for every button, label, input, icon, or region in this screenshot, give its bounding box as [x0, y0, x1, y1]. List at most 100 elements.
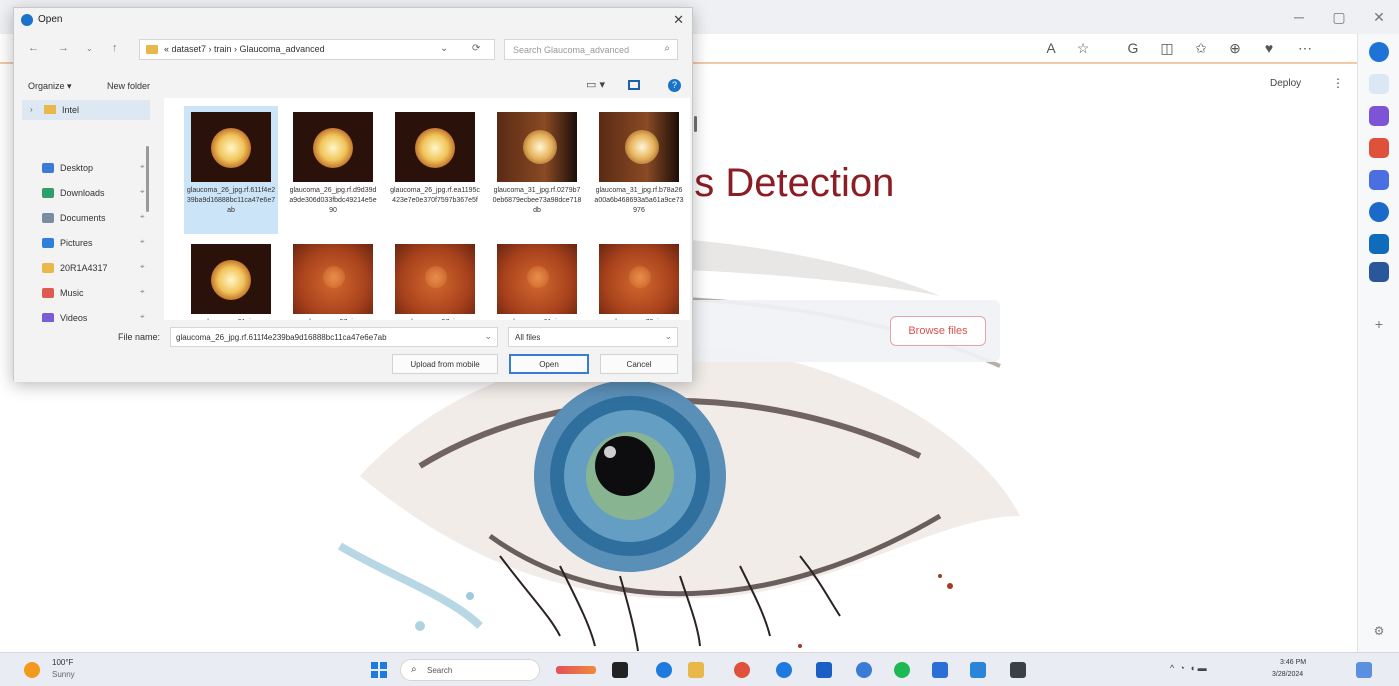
file-explorer-icon[interactable] — [688, 662, 704, 678]
pin-icon: ⌖ — [140, 287, 145, 296]
folder-icon — [42, 163, 54, 173]
dialog-footer: File name: glaucoma_26_jpg.rf.611f4e239b… — [14, 322, 692, 382]
quick-access-item[interactable]: Downloads ⌖ — [40, 185, 152, 201]
breadcrumb[interactable]: « dataset7 › train › Glaucoma_advanced — [164, 44, 325, 54]
file-tile[interactable]: glaucoma_31_jpg.rf.b78a26a00a6b468693a5a… — [592, 106, 686, 234]
minimize-button[interactable]: ─ — [1279, 0, 1319, 34]
dialog-close-icon[interactable]: ✕ — [673, 12, 684, 28]
new-folder-button[interactable]: New folder — [107, 81, 150, 91]
address-dropdown-icon[interactable]: ⌄ — [440, 43, 448, 54]
store-icon[interactable] — [816, 662, 832, 678]
quick-access-item[interactable]: Desktop ⌖ — [40, 160, 152, 176]
ide-icon[interactable] — [932, 662, 948, 678]
copilot-taskbar-icon[interactable] — [656, 662, 672, 678]
edge-icon[interactable] — [776, 662, 792, 678]
tools-icon[interactable] — [1369, 138, 1389, 158]
help-icon[interactable]: ? — [668, 79, 681, 92]
browse-files-button[interactable]: Browse files — [890, 316, 986, 346]
weather-sun-icon[interactable] — [24, 662, 40, 678]
tree-item-label: Intel — [62, 105, 80, 115]
start-button[interactable] — [371, 662, 387, 678]
vscode-icon[interactable] — [970, 662, 986, 678]
file-list-scrollbar[interactable] — [694, 116, 697, 132]
quick-access-item[interactable]: Documents ⌖ — [40, 210, 152, 226]
favorite-star-icon[interactable]: ☆ — [1072, 39, 1094, 57]
browser-essentials-icon[interactable]: ♥ — [1258, 39, 1280, 57]
quick-access-item[interactable]: Music ⌖ — [40, 285, 152, 301]
copilot-icon[interactable] — [1369, 42, 1389, 62]
cancel-button[interactable]: Cancel — [600, 354, 678, 374]
chrome-icon[interactable] — [734, 662, 750, 678]
quick-access-item[interactable]: 20R1A4317 ⌖ — [40, 260, 152, 276]
file-tile[interactable]: glaucoma_26_jpg.rf.611f4e239ba9d16888bc1… — [184, 106, 278, 234]
settings-gear-icon[interactable]: ⚙ — [1369, 624, 1389, 644]
back-arrow-icon[interactable]: ← — [28, 42, 39, 54]
taskbar-search[interactable]: ⌕ Search — [400, 659, 540, 681]
refresh-icon[interactable]: ⟳ — [472, 43, 480, 54]
tree-item-intel[interactable]: › Intel — [22, 100, 150, 120]
clock-time[interactable]: 3:46 PM — [1280, 659, 1306, 666]
app-menu-icon[interactable]: ⋮ — [1332, 76, 1344, 90]
search-highlight-icon[interactable] — [556, 666, 596, 674]
quick-access-item[interactable]: Pictures ⌖ — [40, 235, 152, 251]
file-name-field[interactable]: glaucoma_26_jpg.rf.611f4e239ba9d16888bc1… — [170, 327, 498, 347]
file-tile[interactable]: glaucoma_57_jpg — [388, 238, 482, 320]
file-tile[interactable]: glaucoma_31_jpg.rf.0279b70eb6879ecbee73a… — [490, 106, 584, 234]
forward-arrow-icon[interactable]: → — [58, 42, 69, 54]
file-name: glaucoma_61_jpg — [492, 318, 582, 320]
search-icon[interactable] — [1369, 74, 1389, 94]
file-tile[interactable]: glaucoma_26_jpg.rf.d9d39da9de306d033fbdc… — [286, 106, 380, 234]
fundus-thumbnail — [395, 112, 475, 182]
file-tile[interactable]: glaucoma_26_jpg.rf.ea1195c423e7e0e370f75… — [388, 106, 482, 234]
split-screen-icon[interactable]: ◫ — [1156, 39, 1178, 57]
address-bar[interactable]: « dataset7 › train › Glaucoma_advanced ⌄… — [139, 39, 495, 60]
terminal-icon[interactable] — [1010, 662, 1026, 678]
file-tile[interactable]: glaucoma_57_jpg — [286, 238, 380, 320]
folder-icon — [42, 238, 54, 248]
recent-locations-icon[interactable]: ⌄ — [86, 44, 93, 53]
file-name-dropdown-icon[interactable]: ⌄ — [484, 331, 492, 342]
task-view-icon[interactable] — [612, 662, 628, 678]
file-type-dropdown-icon[interactable]: ⌄ — [664, 331, 672, 342]
expand-chevron-icon[interactable]: › — [30, 105, 33, 114]
extension-icon[interactable]: G — [1122, 39, 1144, 57]
search-input[interactable]: Search Glaucoma_advanced ⌕ — [504, 39, 678, 60]
dialog-title: Open — [38, 14, 63, 25]
system-tray[interactable]: ^ ◔ ◖ ▬ — [1170, 663, 1207, 673]
open-button[interactable]: Open — [509, 354, 589, 374]
spotify-icon[interactable] — [894, 662, 910, 678]
more-options-icon[interactable]: ⋯ — [1294, 39, 1316, 57]
clock-date[interactable]: 3/28/2024 — [1272, 671, 1303, 678]
fundus-thumbnail — [293, 112, 373, 182]
preview-pane-icon[interactable] — [628, 80, 640, 90]
fundus-thumbnail — [497, 112, 577, 182]
file-tile[interactable]: glaucoma_31_jpg — [184, 238, 278, 320]
close-window-button[interactable]: ✕ — [1359, 0, 1399, 34]
file-name: glaucoma_31_jpg.rf.b78a26a00a6b468693a5a… — [594, 187, 684, 214]
outlook-icon[interactable] — [1369, 234, 1389, 254]
file-name: glaucoma_57_jpg — [288, 318, 378, 320]
file-tile[interactable]: glaucoma_61_jpg — [490, 238, 584, 320]
fundus-thumbnail — [599, 244, 679, 314]
word-icon[interactable] — [1369, 262, 1389, 282]
file-tile[interactable]: glaucoma_72_jpg — [592, 238, 686, 320]
read-aloud-icon[interactable]: A — [1040, 39, 1062, 57]
deploy-button[interactable]: Deploy — [1270, 78, 1301, 89]
weather-description[interactable]: Sunny — [52, 670, 75, 679]
weather-temperature[interactable]: 100°F — [52, 658, 73, 667]
upload-from-mobile-button[interactable]: Upload from mobile — [392, 354, 498, 374]
collections-icon[interactable]: ⊕ — [1224, 39, 1246, 57]
games-icon[interactable] — [1369, 170, 1389, 190]
favorites-icon[interactable]: ✩ — [1190, 39, 1212, 57]
file-type-select[interactable]: All files ⌄ — [508, 327, 678, 347]
change-view-icon[interactable]: ▭ ▾ — [586, 78, 605, 91]
microsoft365-icon[interactable] — [1369, 202, 1389, 222]
notification-icon[interactable] — [1356, 662, 1372, 678]
nav-scrollbar[interactable] — [146, 146, 149, 212]
organize-button[interactable]: Organize ▾ — [28, 81, 72, 92]
python-icon[interactable] — [856, 662, 872, 678]
up-arrow-icon[interactable]: ↑ — [112, 42, 118, 54]
maximize-button[interactable]: ▢ — [1319, 0, 1359, 34]
add-sidebar-icon[interactable]: + — [1369, 316, 1389, 336]
shopping-icon[interactable] — [1369, 106, 1389, 126]
